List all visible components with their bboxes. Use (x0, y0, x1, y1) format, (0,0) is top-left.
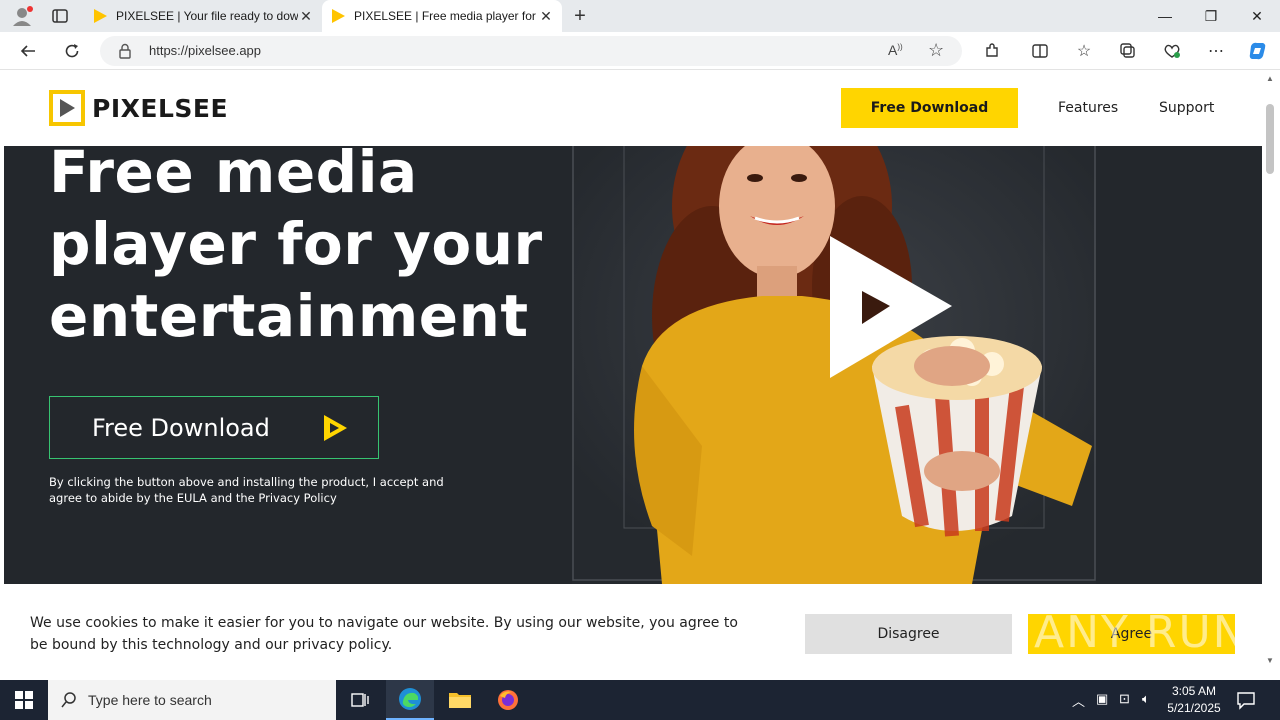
hero-title-line: player for your (49, 210, 543, 278)
file-explorer-icon[interactable] (436, 680, 484, 720)
favorite-star-icon[interactable]: ☆ (928, 40, 944, 61)
windows-start-icon[interactable] (0, 680, 48, 720)
address-bar[interactable]: https://pixelsee.app A)) ☆ (100, 36, 962, 66)
refresh-icon[interactable] (60, 39, 84, 63)
split-screen-icon[interactable] (1028, 39, 1052, 63)
hero-title-line: entertainment (49, 282, 529, 350)
scroll-thumb[interactable] (1266, 104, 1274, 174)
tab-title: PIXELSEE | Your file ready to download (116, 9, 298, 23)
nav-support-link[interactable]: Support (1159, 100, 1214, 116)
browser-essentials-icon[interactable] (1160, 39, 1184, 63)
clock-date: 5/21/2025 (1167, 701, 1221, 715)
tray-chevron-icon[interactable]: ︿ (1072, 691, 1085, 710)
new-tab-icon[interactable]: + (568, 4, 592, 28)
firefox-icon[interactable] (484, 680, 532, 720)
restore-icon[interactable]: ❐ (1188, 0, 1234, 32)
tab-title: PIXELSEE | Free media player for your en… (354, 9, 538, 23)
pixelsee-logo-icon[interactable] (49, 90, 85, 126)
tab-close-icon[interactable]: ✕ (538, 8, 554, 25)
hero-download-label: Free Download (92, 413, 270, 442)
scroll-up-icon[interactable]: ▲ (1266, 74, 1274, 83)
search-icon (60, 691, 78, 714)
tab-free-media-player[interactable]: PIXELSEE | Free media player for your en… (322, 0, 562, 32)
profile-avatar-icon[interactable] (8, 4, 36, 28)
browser-toolbar: https://pixelsee.app A)) ☆ ☆ ⋯ (0, 32, 1280, 70)
pixelsee-favicon-icon (92, 8, 108, 24)
network-icon[interactable]: ⊡ (1119, 691, 1130, 707)
cookie-banner: We use cookies to make it easier for you… (4, 592, 1262, 676)
scroll-down-icon[interactable]: ▼ (1266, 656, 1274, 665)
taskbar-clock[interactable]: 3:05 AM 5/21/2025 (1160, 683, 1228, 717)
page-scrollbar[interactable]: ▲ ▼ (1262, 70, 1280, 676)
collections-icon[interactable] (1116, 39, 1140, 63)
hero-download-button[interactable]: Free Download (49, 396, 379, 459)
eula-note: By clicking the button above and install… (49, 475, 444, 505)
edge-browser-icon[interactable] (386, 680, 434, 720)
search-placeholder: Type here to search (88, 692, 212, 708)
hero-section: Free media player for your entertainment… (4, 146, 1262, 584)
tab-file-ready[interactable]: PIXELSEE | Your file ready to download ✕ (84, 0, 322, 32)
minimize-icon[interactable]: — (1142, 0, 1188, 32)
pixelsee-favicon-icon (330, 8, 346, 24)
nav-features-link[interactable]: Features (1058, 100, 1118, 116)
clock-time: 3:05 AM (1171, 684, 1217, 698)
favorites-icon[interactable]: ☆ (1072, 39, 1096, 63)
web-page: PIXELSEE Free Download Features Support … (4, 70, 1262, 676)
settings-more-icon[interactable]: ⋯ (1204, 39, 1228, 63)
task-view-icon[interactable] (336, 680, 384, 720)
read-aloud-icon[interactable]: A)) (888, 42, 903, 58)
lock-icon (118, 43, 132, 64)
tab-actions-icon[interactable] (50, 6, 70, 26)
disagree-button[interactable]: Disagree (805, 614, 1012, 654)
play-arrow-icon (322, 414, 348, 448)
site-header: PIXELSEE Free Download Features Support (4, 70, 1262, 146)
taskbar-search-box[interactable]: Type here to search (48, 680, 336, 720)
hero-title-line: Free media (49, 146, 418, 206)
tab-close-icon[interactable]: ✕ (298, 8, 314, 25)
agree-button[interactable]: Agree (1028, 614, 1235, 654)
hero-title: Free media player for your entertainment (49, 146, 609, 352)
copilot-icon[interactable] (1246, 39, 1270, 63)
browser-tab-strip: PIXELSEE | Your file ready to download ✕… (0, 0, 1280, 32)
back-icon[interactable] (16, 39, 40, 63)
notifications-icon[interactable] (1236, 690, 1256, 715)
windows-taskbar: Type here to search ︿ ▣ ⊡ 🔈︎ 3:05 AM 5/2… (0, 680, 1280, 720)
cookie-text: We use cookies to make it easier for you… (30, 615, 738, 653)
site-logo-text[interactable]: PIXELSEE (92, 94, 228, 123)
hero-image (572, 146, 1096, 584)
header-download-button[interactable]: Free Download (841, 88, 1018, 128)
window-close-icon[interactable]: ✕ (1234, 0, 1280, 32)
volume-icon[interactable]: 🔈︎ (1142, 691, 1150, 707)
url-text: https://pixelsee.app (149, 43, 262, 58)
extensions-icon[interactable] (980, 39, 1004, 63)
tray-device-icon[interactable]: ▣ (1096, 691, 1108, 707)
